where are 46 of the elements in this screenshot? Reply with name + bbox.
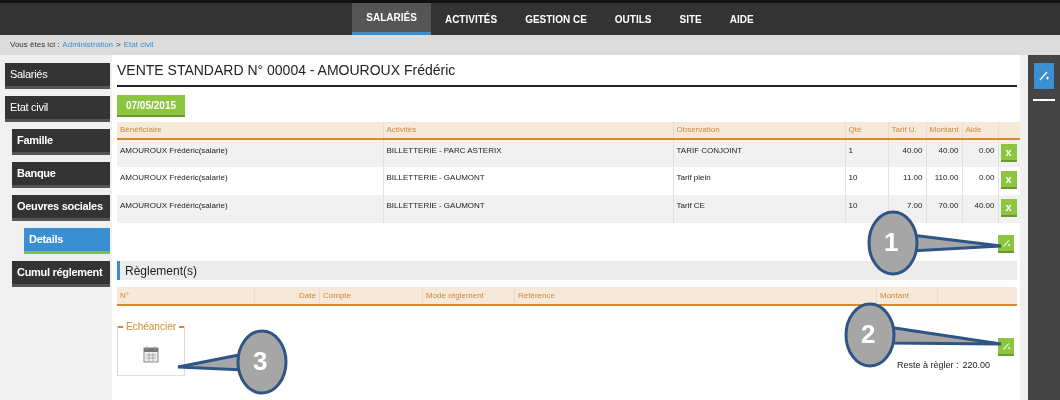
add-button[interactable] — [998, 235, 1014, 253]
nav-tab[interactable]: SITE — [665, 3, 716, 35]
column-header: Observation — [673, 122, 845, 139]
sidebar-item[interactable]: Famille — [12, 129, 110, 155]
callout-number: 2 — [861, 321, 876, 347]
edit-icon — [1001, 341, 1011, 351]
nav-tab[interactable]: SALARIÉS — [352, 3, 431, 35]
nav-tab[interactable]: ACTIVITÉS — [430, 3, 512, 35]
column-header: Qté — [845, 122, 888, 139]
callout-number: 1 — [884, 229, 899, 255]
column-header: Montant — [926, 122, 962, 139]
column-header: Date — [255, 287, 320, 304]
remaining-label: Reste à règler : — [896, 359, 959, 372]
table-cell: BILLETTERIE - GAUMONT — [383, 195, 673, 223]
column-header: Bénéficiaire — [117, 122, 383, 139]
add-button[interactable] — [998, 338, 1014, 356]
column-header: Aide — [962, 122, 998, 139]
sidebar-item[interactable]: Oeuvres sociales — [12, 195, 110, 221]
nav-tab[interactable]: OUTILS — [600, 3, 666, 35]
page-title: VENTE STANDARD N° 00004 - AMOUROUX Frédéric — [117, 55, 1017, 87]
column-header: Activités — [383, 122, 673, 139]
column-header: N° — [117, 287, 255, 304]
add-button[interactable] — [1034, 63, 1054, 89]
column-header: Tarif U. — [888, 122, 926, 139]
edit-icon — [1001, 238, 1011, 248]
table-cell: 40.00 — [962, 195, 998, 223]
nav-tab[interactable]: GESTION CE — [511, 3, 601, 35]
callout-number: 3 — [253, 348, 268, 374]
sidebar-item[interactable]: Cumul réglement — [12, 261, 110, 287]
table-cell: Tarif CE — [673, 195, 845, 223]
nav-tab[interactable]: AIDE — [715, 3, 768, 35]
table-cell: 70.00 — [926, 195, 962, 223]
breadcrumb-label: Vous êtes ici : — [10, 39, 60, 51]
column-header: Compte — [320, 287, 423, 304]
table-cell: AMOUROUX Frédéric(salarie) — [117, 195, 383, 223]
edit-icon — [1038, 70, 1050, 82]
sidebar-item[interactable]: Salariés — [5, 63, 110, 89]
remaining-value: 220.00 — [962, 359, 990, 372]
schedule-legend: Echéancier — [126, 319, 177, 334]
column-header: Mode règlement — [423, 287, 515, 304]
calendar-icon[interactable] — [143, 345, 159, 363]
breadcrumb-separator: > — [116, 39, 121, 51]
header-cell — [998, 122, 1020, 139]
sidebar-item[interactable]: Banque — [12, 162, 110, 188]
section-header: Règlement(s) — [117, 261, 1017, 280]
sidebar-item[interactable]: Etat civil — [5, 96, 110, 122]
